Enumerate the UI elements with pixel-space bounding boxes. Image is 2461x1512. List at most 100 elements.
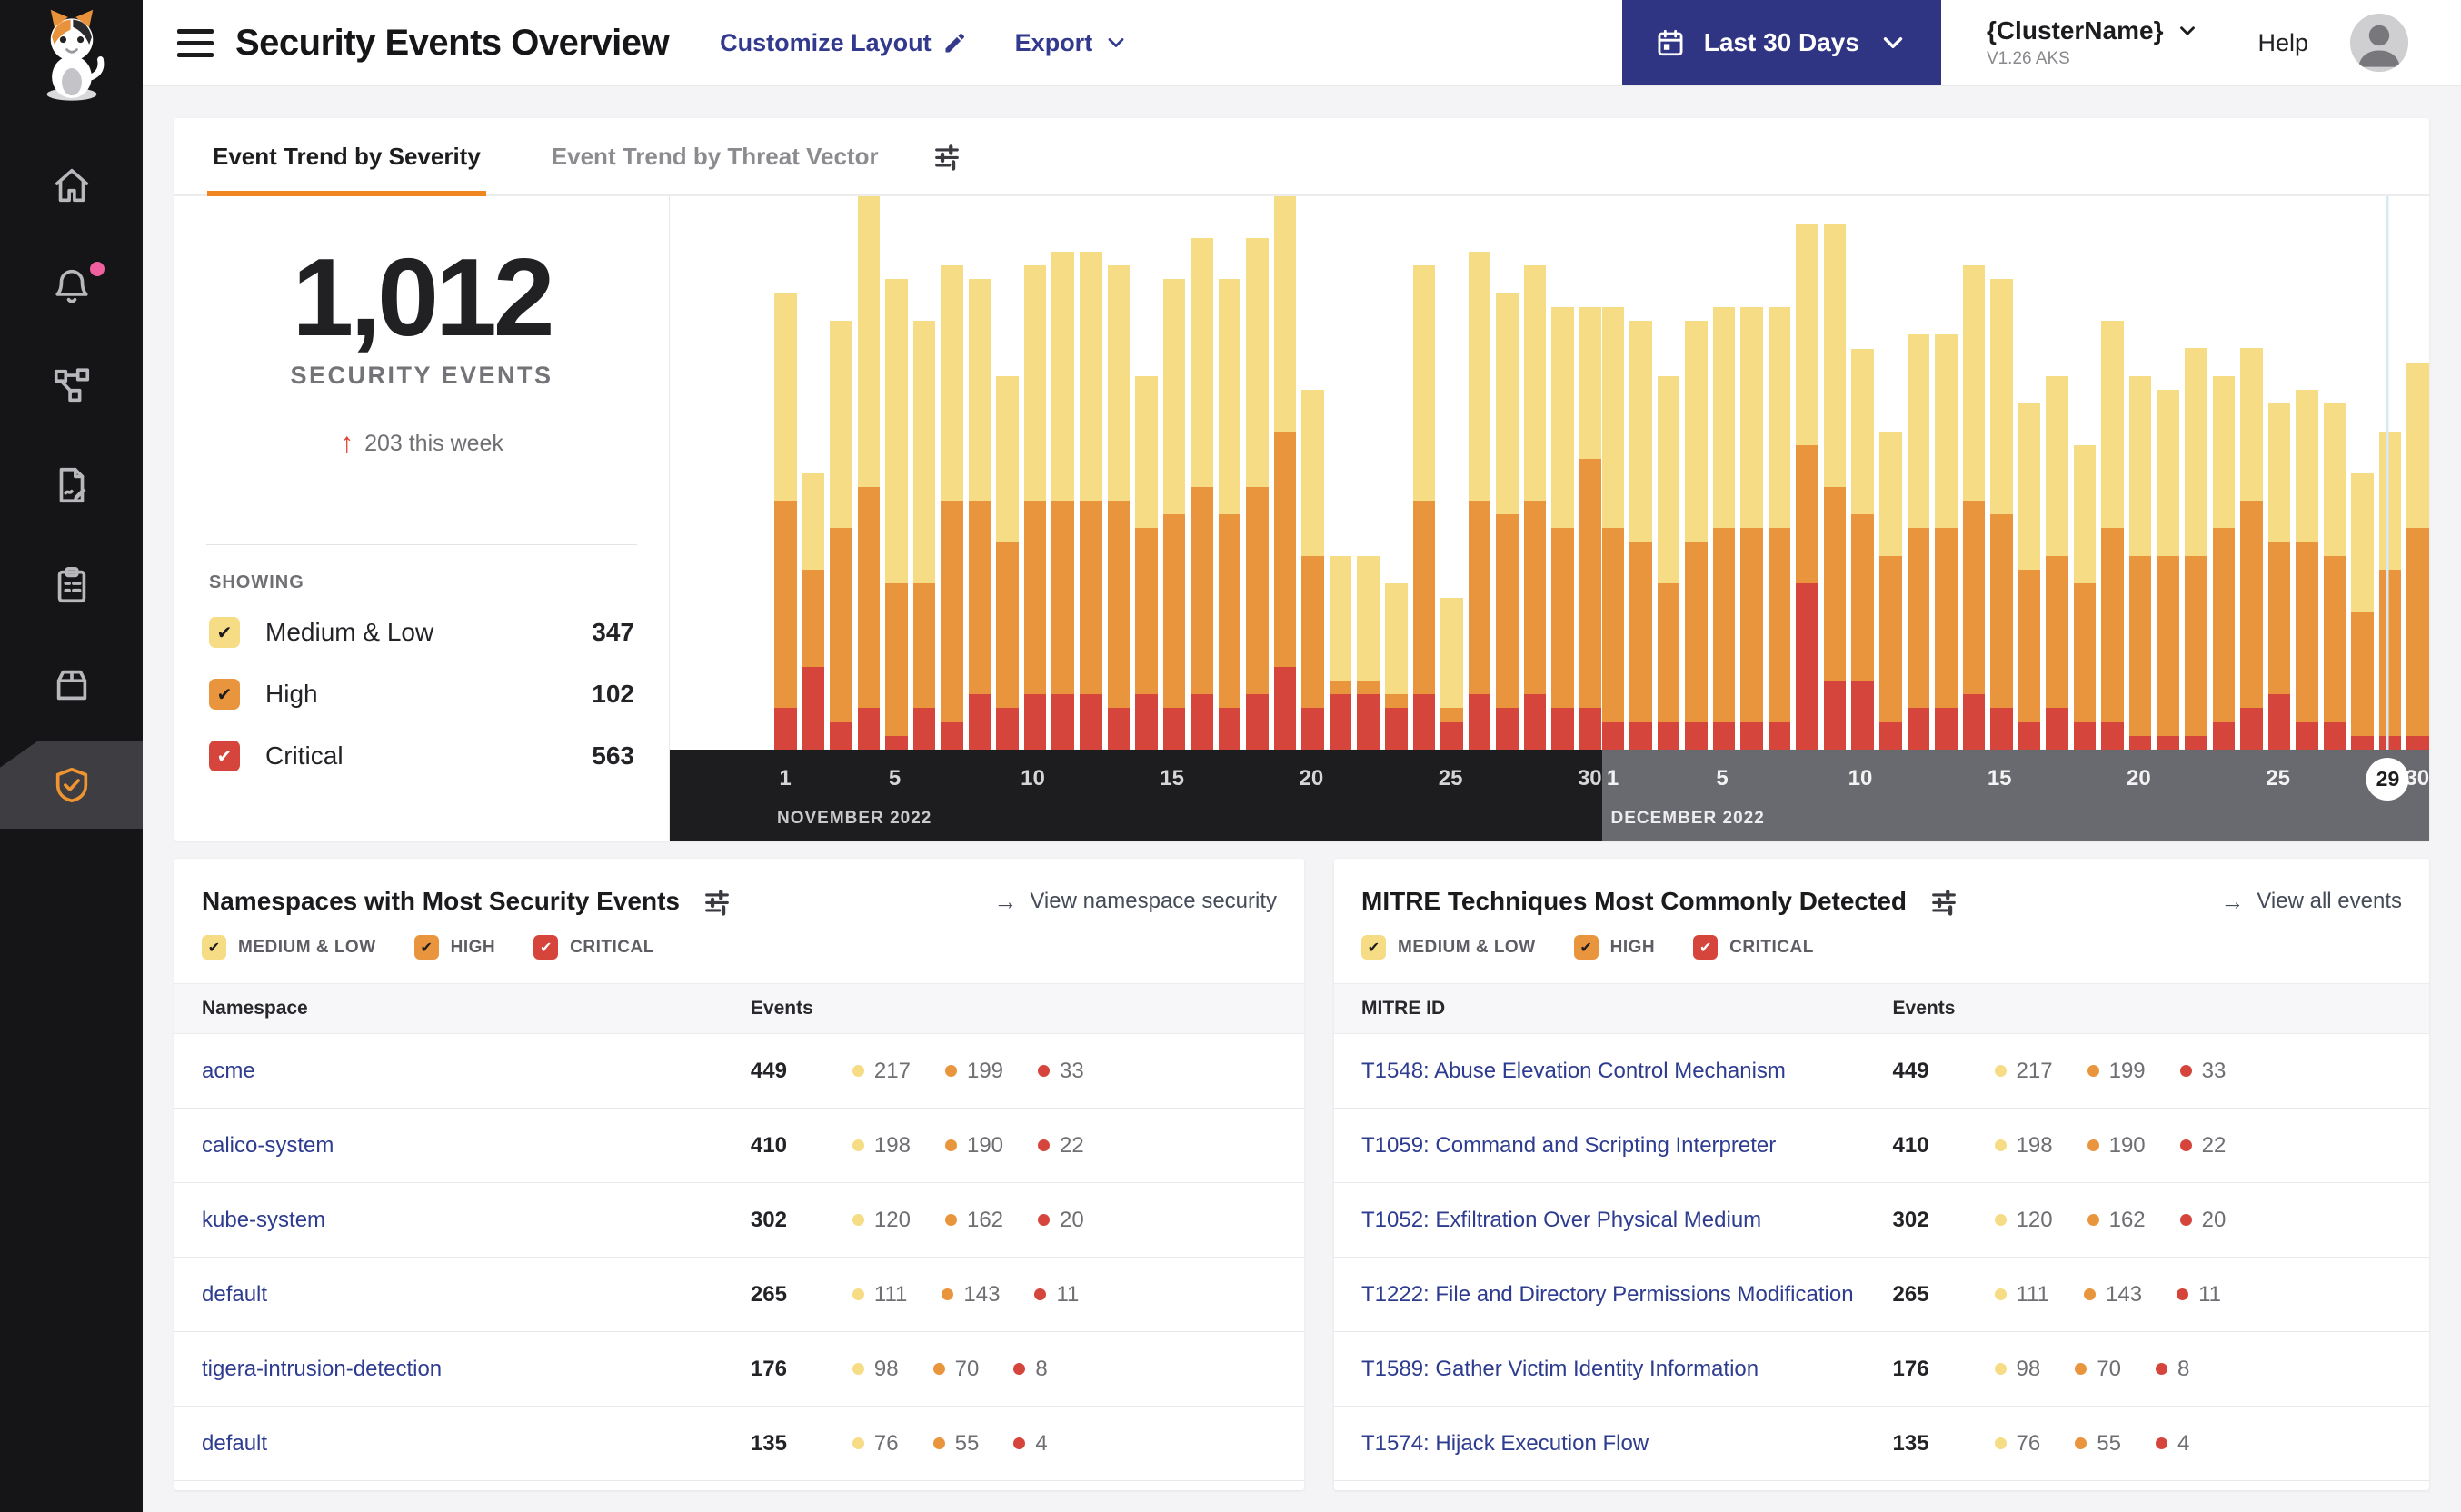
filter-sliders-icon[interactable] (1928, 886, 1959, 917)
high-segment (2240, 500, 2263, 709)
medium-low-segment (1468, 251, 1491, 501)
high-segment (1823, 486, 1847, 681)
sidebar-item-policies[interactable] (0, 442, 143, 529)
medium_low-checkbox[interactable]: ✔ (209, 617, 240, 648)
medium_low-checkbox[interactable]: ✔ (1361, 935, 1386, 960)
mitre-technique-link[interactable]: T1589: Gather Victim Identity Informatio… (1361, 1357, 1759, 1381)
chip-label: CRITICAL (1729, 937, 1814, 957)
sidebar-item-workloads[interactable] (0, 642, 143, 729)
axis-tick (829, 766, 851, 841)
mitre-technique-link[interactable]: T1548: Abuse Elevation Control Mechanism (1361, 1059, 1786, 1083)
critical-segment (1023, 694, 1047, 750)
help-link[interactable]: Help (2257, 29, 2308, 57)
medium-low-segment (2128, 375, 2152, 556)
critical-segment (2157, 735, 2179, 750)
tab-event-trend-by-threat-vector[interactable]: Event Trend by Threat Vector (546, 118, 884, 194)
filter-sliders-icon[interactable] (702, 886, 732, 917)
critical-checkbox[interactable]: ✔ (209, 741, 240, 771)
high-segment (2212, 528, 2236, 722)
view-namespace-security-link[interactable]: → View namespace security (993, 888, 1277, 916)
critical-segment (2378, 735, 2402, 750)
axis-tick (1217, 766, 1239, 841)
namespace-link[interactable]: kube-system (202, 1208, 325, 1232)
medium-low-segment (912, 321, 936, 584)
high-segment (1412, 500, 1436, 695)
severity-count-badge: 76 (1994, 1431, 2040, 1457)
filter-sliders-icon[interactable] (932, 141, 962, 172)
severity-count-badge: 190 (944, 1133, 1003, 1159)
critical-segment (1551, 708, 1574, 750)
medium_low-filter-chip[interactable]: ✔ MEDIUM & LOW (1361, 935, 1536, 960)
showing-label: SHOWING (209, 572, 304, 592)
tab-event-trend-by-severity[interactable]: Event Trend by Severity (207, 118, 486, 196)
stacked-bar-day-11 (1051, 196, 1075, 750)
sidebar-item-threat-defense-shield[interactable] (0, 741, 143, 829)
high-dot (932, 1363, 945, 1375)
cluster-name: {ClusterName} (1986, 16, 2164, 45)
medium-low-segment (2240, 348, 2263, 501)
critical-segment (1657, 721, 1680, 750)
namespace-link[interactable]: tigera-intrusion-detection (202, 1357, 442, 1381)
high-checkbox[interactable]: ✔ (209, 679, 240, 710)
mitre-technique-link[interactable]: T1222: File and Directory Permissions Mo… (1361, 1282, 1854, 1307)
calico-cat-logo (33, 9, 111, 101)
sidebar-item-compliance-reports[interactable] (0, 542, 143, 629)
user-avatar[interactable] (2350, 14, 2408, 72)
critical-checkbox[interactable]: ✔ (533, 935, 559, 960)
axis-tick (2323, 766, 2345, 841)
axis-tick (1105, 766, 1127, 841)
name-cell: tigera-intrusion-detection (174, 1357, 751, 1382)
critical-segment (1629, 721, 1652, 750)
namespace-link[interactable]: calico-system (202, 1133, 334, 1158)
stacked-bar-day-14 (1135, 196, 1158, 750)
sidebar-item-service-graph[interactable] (0, 342, 143, 429)
name-cell: T1222: File and Directory Permissions Mo… (1334, 1282, 1893, 1308)
critical-filter-chip[interactable]: ✔ CRITICAL (1693, 935, 1814, 960)
high-filter-chip[interactable]: ✔ HIGH (1573, 935, 1656, 960)
date-range-button[interactable]: Last 30 Days (1621, 0, 1941, 85)
namespace-link[interactable]: default (202, 1282, 267, 1307)
critical-filter-chip[interactable]: ✔ CRITICAL (533, 935, 654, 960)
menu-hamburger-icon[interactable] (177, 28, 214, 57)
chip-label: MEDIUM & LOW (1398, 937, 1536, 957)
high-filter-chip[interactable]: ✔ HIGH (413, 935, 496, 960)
severity-count-badge: 162 (2087, 1208, 2146, 1233)
axis-tick: 15 (1160, 766, 1185, 791)
severity-count-badge: 33 (2179, 1059, 2226, 1084)
view-all-events-link[interactable]: → View all events (2220, 888, 2402, 916)
high-checkbox[interactable]: ✔ (413, 935, 439, 960)
medium-low-segment (885, 279, 908, 584)
stacked-bar-day-20 (2128, 196, 2152, 750)
high-segment (1523, 500, 1547, 695)
table-row: T1059: Command and Scripting Interpreter… (1334, 1109, 2429, 1183)
axis-month-section: 1 5 10 15 20 25 30 NOVEMBER 2022 (670, 750, 1602, 841)
critical-segment (1051, 694, 1075, 750)
critical-checkbox[interactable]: ✔ (1693, 935, 1719, 960)
mitre-technique-link[interactable]: T1052: Exfiltration Over Physical Medium (1361, 1208, 1761, 1232)
namespace-link[interactable]: acme (202, 1059, 255, 1083)
high-checkbox[interactable]: ✔ (1573, 935, 1599, 960)
sidebar-item-home[interactable] (0, 142, 143, 229)
cluster-selector[interactable]: {ClusterName} V1.26 AKS (1987, 16, 2200, 69)
customize-layout-button[interactable]: Customize Layout (720, 29, 968, 57)
medium-low-segment (1579, 306, 1602, 460)
medium-low-segment (1796, 224, 1818, 446)
severity-count-badge: 76 (852, 1431, 899, 1457)
sidebar-nav (0, 142, 143, 829)
mitre-technique-link[interactable]: T1059: Command and Scripting Interpreter (1361, 1133, 1776, 1158)
stacked-bar-day-21 (2157, 196, 2179, 750)
namespace-link[interactable]: default (202, 1431, 267, 1456)
high-segment (1246, 486, 1269, 695)
severity-count-value: 199 (966, 1058, 1004, 1083)
export-dropdown[interactable]: Export (1015, 29, 1130, 57)
axis-tick (1496, 766, 1518, 841)
sidebar-item-notifications-bell[interactable] (0, 242, 143, 329)
mitre-technique-link[interactable]: T1574: Hijack Execution Flow (1361, 1431, 1649, 1456)
stacked-bar-day-13 (1935, 196, 1958, 750)
high-segment (1080, 500, 1102, 695)
medium_low-filter-chip[interactable]: ✔ MEDIUM & LOW (202, 935, 376, 960)
calendar-icon (1655, 27, 1686, 58)
arrow-right-icon: → (993, 887, 1018, 915)
medium_low-checkbox[interactable]: ✔ (202, 935, 226, 960)
chevron-down-icon (1103, 30, 1129, 55)
